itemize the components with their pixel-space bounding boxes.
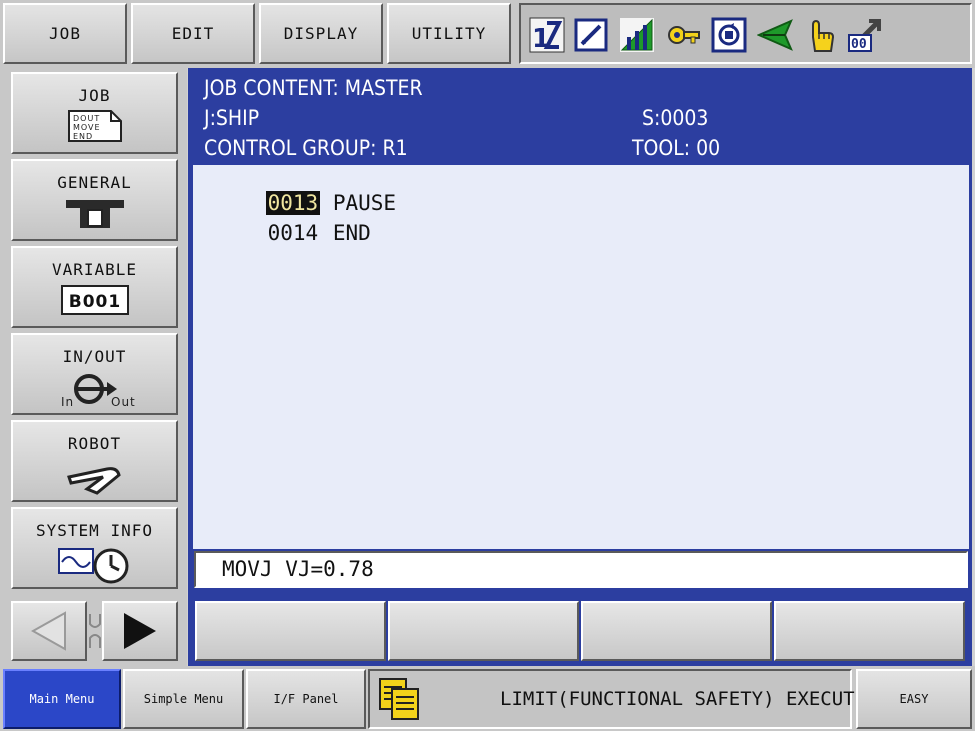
robot-tool-icon — [65, 200, 124, 228]
menu-display-button[interactable]: DISPLAY — [259, 3, 383, 64]
svg-text:In: In — [61, 395, 74, 409]
job-line[interactable]: 0014 END — [215, 197, 371, 269]
menu-edit-button[interactable]: EDIT — [131, 3, 255, 64]
side-menu-variable[interactable]: VARIABLE B001 — [11, 246, 178, 328]
side-menu-job[interactable]: JOB DOUT MOVE END — [11, 72, 178, 154]
job-lines-area[interactable]: 0013 PAUSE 0014 END — [193, 165, 969, 549]
instruction-edit-buffer[interactable]: MOVJ VJ=0.78 — [194, 551, 968, 588]
svg-text:Out: Out — [111, 395, 135, 409]
function-key-1[interactable] — [195, 601, 386, 661]
message-area[interactable]: LIMIT(FUNCTIONAL SAFETY) EXECUTE — [368, 669, 866, 729]
svg-text:END: END — [73, 132, 93, 141]
inout-signal-icon: In Out — [61, 374, 135, 409]
easy-button[interactable]: EASY — [856, 669, 972, 729]
step-number: S:0003 — [642, 106, 709, 130]
arrow-right-icon — [124, 613, 156, 649]
svg-text:MOVE: MOVE — [73, 123, 101, 132]
page-right-button[interactable] — [102, 601, 178, 661]
job-document-icon: DOUT MOVE END — [67, 110, 122, 142]
hand-servo-icon[interactable] — [803, 17, 839, 53]
side-menu-system-info[interactable]: SYSTEM INFO — [11, 507, 178, 589]
line-number[interactable]: 0014 — [266, 221, 321, 245]
menu-utility-button[interactable]: UTILITY — [387, 3, 511, 64]
security-key-icon[interactable] — [665, 17, 701, 53]
play-mode-icon[interactable] — [757, 17, 793, 53]
if-panel-button[interactable]: I/F Panel — [246, 669, 366, 729]
job-content-title: JOB CONTENT: MASTER — [204, 76, 423, 100]
function-key-2[interactable] — [388, 601, 579, 661]
signal-level-icon[interactable] — [619, 17, 655, 53]
side-menu-general[interactable]: GENERAL — [11, 159, 178, 241]
main-menu-button[interactable]: Main Menu — [3, 669, 121, 729]
edit-mode-icon[interactable] — [573, 17, 609, 53]
job-header: JOB CONTENT: MASTER J:SHIP S:0003 CONTRO… — [193, 72, 969, 165]
system-info-icon — [57, 548, 128, 584]
status-icon-area: 1 00 — [519, 3, 972, 64]
side-menu-robot[interactable]: ROBOT — [11, 420, 178, 502]
arrow-left-icon — [30, 611, 66, 651]
page-left-button[interactable] — [11, 601, 87, 661]
robot-arm-icon — [66, 467, 121, 495]
message-list-icon[interactable] — [376, 675, 424, 723]
tool-number: TOOL: 00 — [632, 136, 721, 160]
message-text: LIMIT(FUNCTIONAL SAFETY) EXECUTE — [500, 688, 867, 710]
job-name: J:SHIP — [204, 106, 260, 130]
function-key-4[interactable] — [774, 601, 965, 661]
menu-job-button[interactable]: JOB — [3, 3, 127, 64]
svg-text:DOUT: DOUT — [73, 114, 100, 123]
simple-menu-button[interactable]: Simple Menu — [123, 669, 244, 729]
step-mode-icon[interactable]: 00 — [847, 17, 883, 53]
axis-toggle-icon[interactable]: 1 — [529, 17, 565, 53]
svg-text:00: 00 — [851, 37, 867, 52]
cycle-mode-icon[interactable] — [711, 17, 747, 53]
svg-text:B001: B001 — [68, 292, 120, 312]
variable-box-icon: B001 — [60, 285, 129, 315]
side-menu-inout[interactable]: IN/OUT In Out — [11, 333, 178, 415]
line-instruction: END — [332, 221, 371, 245]
control-group: CONTROL GROUP: R1 — [204, 136, 408, 160]
function-key-3[interactable] — [581, 601, 772, 661]
